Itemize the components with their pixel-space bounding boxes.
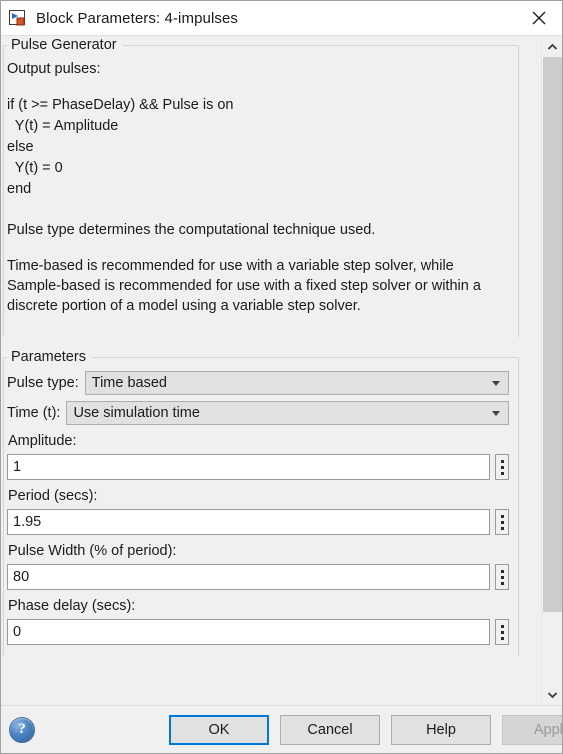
scrollbar-thumb[interactable]: [543, 57, 562, 612]
solver-recommendation-description: Time-based is recommended for use with a…: [7, 258, 485, 314]
pulse-width-label: Pulse Width (% of period):: [8, 543, 177, 559]
phase-delay-row: 0: [7, 619, 509, 645]
period-input[interactable]: 1.95: [7, 509, 490, 535]
pulse-type-description: Pulse type determines the computational …: [7, 222, 376, 238]
time-source-select[interactable]: Use simulation time: [66, 401, 509, 425]
time-source-value: Use simulation time: [73, 405, 200, 421]
footer-buttons: OK Cancel Help Apply: [169, 714, 562, 745]
scrollbar-track[interactable]: [542, 57, 562, 684]
block-parameters-dialog: Block Parameters: 4-impulses Pulse Gener…: [0, 0, 563, 754]
vertical-dots-icon[interactable]: [495, 509, 509, 535]
vertical-dots-icon[interactable]: [495, 454, 509, 480]
group-title-parameters: Parameters: [7, 348, 92, 367]
simulink-block-icon: [9, 9, 27, 27]
vertical-dots-icon[interactable]: [495, 619, 509, 645]
phase-delay-label: Phase delay (secs):: [8, 598, 136, 614]
scroll-content: Pulse Generator Output pulses: if (t >= …: [1, 36, 541, 705]
apply-button: Apply: [502, 714, 562, 745]
pulse-width-row: 80: [7, 564, 509, 590]
output-pulses-label: Output pulses:: [7, 61, 101, 77]
ok-button[interactable]: OK: [169, 714, 269, 745]
amplitude-input[interactable]: 1: [7, 454, 490, 480]
pulse-type-row: Pulse type: Time based: [7, 371, 509, 395]
question-mark-icon[interactable]: ?: [9, 716, 35, 743]
parameters-group: Parameters Pulse type: Time based Time (…: [3, 348, 519, 656]
vertical-scrollbar[interactable]: [541, 36, 562, 705]
period-label: Period (secs):: [8, 488, 98, 504]
parameters-content: Pulse type: Time based Time (t): Use sim…: [3, 367, 519, 656]
time-source-row: Time (t): Use simulation time: [7, 401, 509, 425]
title-bar: Block Parameters: 4-impulses: [1, 1, 562, 35]
pulse-pseudocode: if (t >= PhaseDelay) && Pulse is on Y(t)…: [7, 97, 234, 197]
dialog-footer: ? OK Cancel Help Apply: [1, 705, 562, 753]
dialog-title: Block Parameters: 4-impulses: [36, 9, 239, 27]
amplitude-label: Amplitude:: [8, 433, 77, 449]
close-icon[interactable]: [516, 1, 562, 35]
amplitude-row: 1: [7, 454, 509, 480]
phase-delay-input[interactable]: 0: [7, 619, 490, 645]
chevron-up-icon[interactable]: [542, 36, 562, 57]
pulse-width-input[interactable]: 80: [7, 564, 490, 590]
chevron-down-icon[interactable]: [542, 684, 562, 705]
vertical-dots-icon[interactable]: [495, 564, 509, 590]
pulse-type-value: Time based: [91, 375, 167, 391]
cancel-button[interactable]: Cancel: [280, 714, 380, 745]
group-title-pulse-generator: Pulse Generator: [7, 36, 123, 55]
pulse-type-select[interactable]: Time based: [84, 371, 509, 395]
group-content: Output pulses: if (t >= PhaseDelay) && P…: [3, 55, 519, 337]
time-source-label: Time (t):: [7, 405, 61, 421]
help-button[interactable]: Help: [391, 714, 491, 745]
pulse-generator-group: Pulse Generator Output pulses: if (t >= …: [3, 36, 519, 337]
pulse-type-label: Pulse type:: [7, 375, 79, 391]
period-row: 1.95: [7, 509, 509, 535]
dialog-body: Pulse Generator Output pulses: if (t >= …: [1, 35, 562, 705]
chevron-down-icon: [492, 381, 500, 386]
chevron-down-icon: [492, 411, 500, 416]
